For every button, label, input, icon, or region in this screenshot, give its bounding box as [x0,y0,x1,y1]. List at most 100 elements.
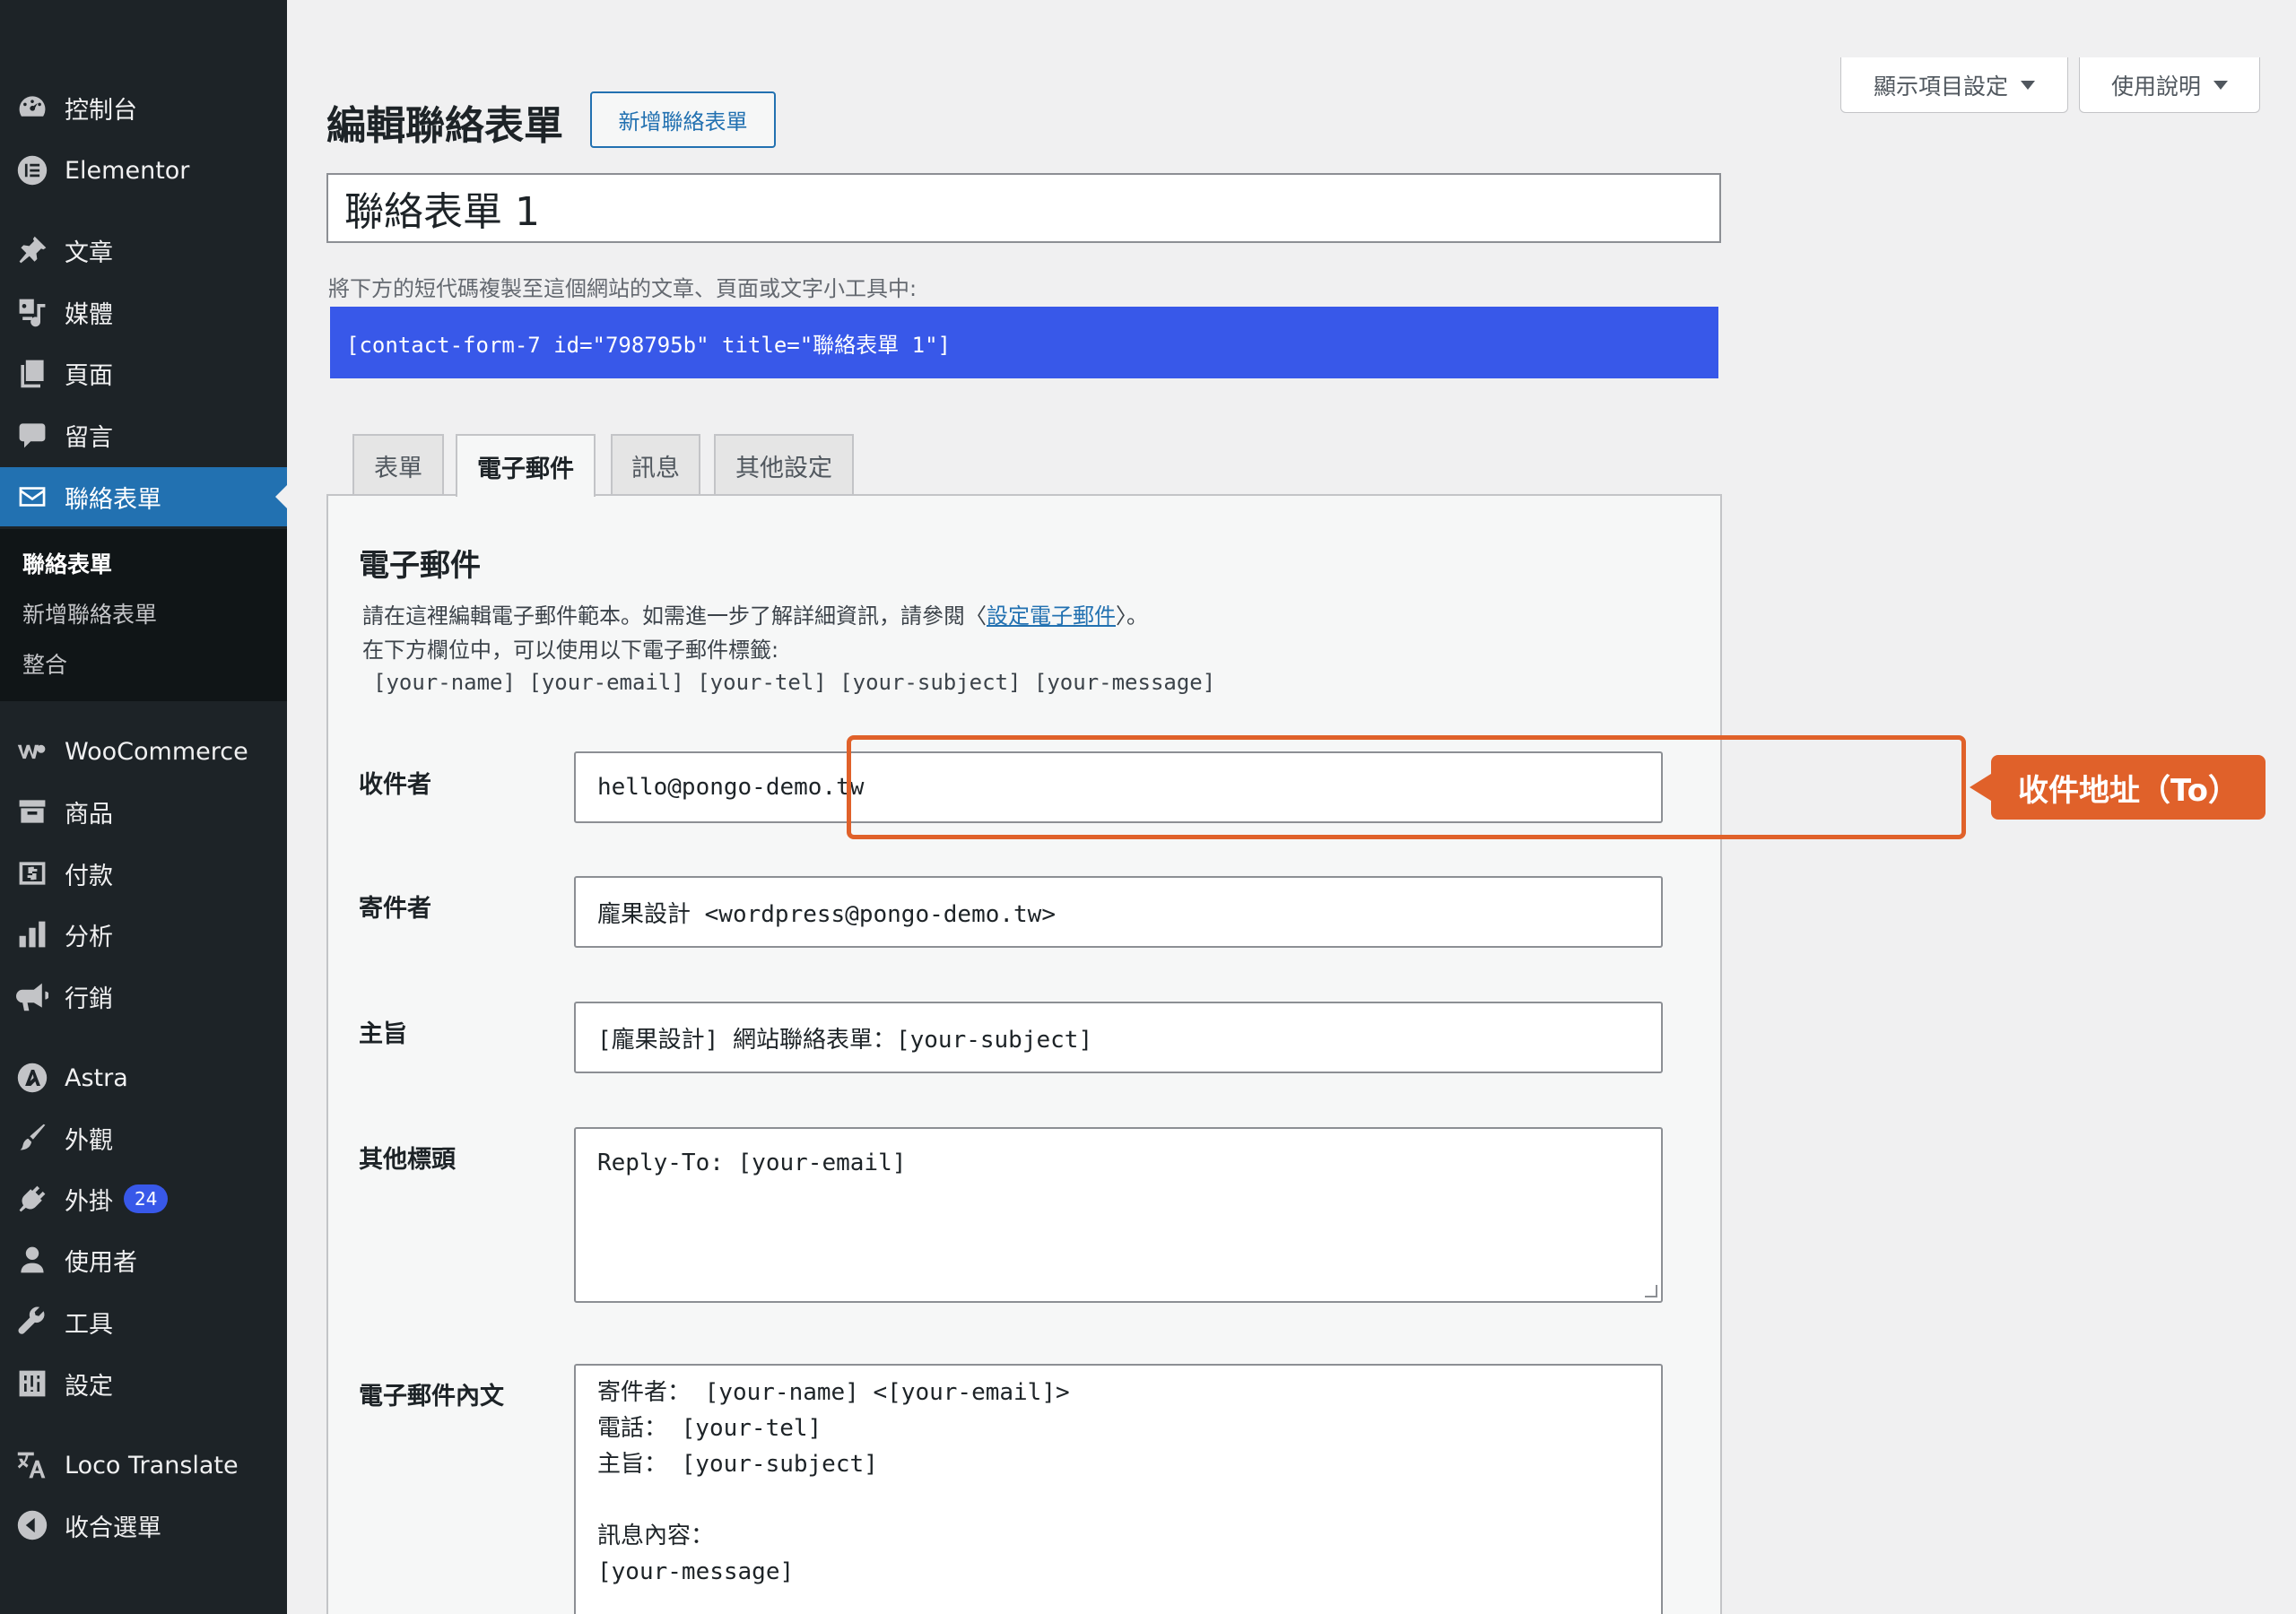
settings-icon [14,1366,50,1401]
sidebar-item-label: 媒體 [65,300,113,329]
mail-icon [14,479,50,515]
sidebar-item-woocommerce[interactable]: WooCommerce [0,725,287,778]
contact-submenu: 聯絡表單 新增聯絡表單 整合 [0,529,287,701]
sidebar-item-tools[interactable]: 工具 [0,1295,287,1349]
pages-icon [14,355,50,391]
main-content: 顯示項目設定 使用說明 編輯聯絡表單 新增聯絡表單 將下方的短代碼複製至這個網站… [287,0,2296,1614]
sidebar-item-payments[interactable]: 付款 [0,846,287,900]
submenu-item-add-new[interactable]: 新增聯絡表單 [22,597,157,629]
chevron-down-icon [2213,80,2228,90]
sidebar-item-label: 文章 [65,239,113,267]
tab-mail[interactable]: 電子郵件 [456,434,596,497]
archive-icon [14,794,50,829]
help-label: 使用說明 [2110,73,2201,100]
to-label: 收件者 [359,771,431,799]
sidebar-item-pages[interactable]: 頁面 [0,346,287,400]
paintbrush-icon [14,1120,50,1156]
plugin-icon [14,1181,50,1217]
desc-text: 請在這裡編輯電子郵件範本。如需進一步了解詳細資訊，請參閱〈 [362,603,987,629]
mail-tags: [your-name] [your-email] [your-tel] [you… [373,670,1216,695]
from-label: 寄件者 [359,895,431,923]
sidebar-item-label: 外掛 [65,1187,113,1216]
message-body-label: 電子郵件內文 [359,1383,504,1410]
sidebar-item-label: Elementor [65,156,190,185]
sidebar-item-contact[interactable]: 聯絡表單 [0,467,287,526]
help-button[interactable]: 使用說明 [2079,57,2260,113]
elementor-icon [14,152,50,188]
sidebar-item-label: 控制台 [65,96,137,125]
additional-headers-value: Reply-To: [your-email] [597,1150,907,1176]
chart-bar-icon [14,916,50,952]
woocommerce-icon [14,733,50,769]
sidebar-item-posts[interactable]: 文章 [0,223,287,277]
additional-headers-label: 其他標頭 [359,1146,456,1174]
panel-heading: 電子郵件 [359,548,481,584]
sidebar-item-label: 留言 [65,423,113,452]
mail-description: 請在這裡編輯電子郵件範本。如需進一步了解詳細資訊，請參閱〈設定電子郵件〉。 [362,598,1148,629]
sidebar-item-label: 使用者 [65,1248,137,1277]
sidebar-item-comments[interactable]: 留言 [0,408,287,462]
astra-icon [14,1060,50,1096]
screen-options-button[interactable]: 顯示項目設定 [1840,57,2068,113]
sidebar-item-label: 聯絡表單 [65,485,161,514]
plugins-update-badge: 24 [124,1184,169,1213]
sidebar-item-astra[interactable]: Astra [0,1051,287,1105]
sidebar-item-label: 設定 [65,1372,113,1401]
shortcode-field[interactable]: [contact-form-7 id="798795b" title="聯絡表單… [330,307,1718,378]
dashboard-icon [14,90,50,126]
dollar-icon [14,855,50,891]
form-title-input[interactable] [326,173,1721,243]
subject-field[interactable]: [龐果設計] 網站聯絡表單：[your-subject] [574,1002,1663,1073]
submenu-item-integration[interactable]: 整合 [22,647,67,680]
mail-panel: 電子郵件 請在這裡編輯電子郵件範本。如需進一步了解詳細資訊，請參閱〈設定電子郵件… [326,494,1722,1614]
mail-tags-hint: 在下方欄位中，可以使用以下電子郵件標籤: [362,638,779,663]
shortcode-hint: 將下方的短代碼複製至這個網站的文章、頁面或文字小工具中: [328,276,918,301]
additional-headers-field[interactable]: Reply-To: [your-email] [574,1127,1663,1303]
sidebar-item-loco-translate[interactable]: Loco Translate [0,1438,287,1492]
sidebar-item-users[interactable]: 使用者 [0,1233,287,1287]
pin-icon [14,232,50,268]
sidebar-item-products[interactable]: 商品 [0,785,287,838]
sidebar-item-settings[interactable]: 設定 [0,1357,287,1410]
sidebar-item-label: 收合選單 [65,1514,161,1542]
message-body-field[interactable]: 寄件者： [your-name] <[your-email]> 電話： [you… [574,1364,1663,1614]
sidebar-item-label: 頁面 [65,361,113,390]
sidebar-item-label: Astra [65,1063,128,1092]
tab-form[interactable]: 表單 [352,434,444,495]
screen-options-label: 顯示項目設定 [1873,73,2008,100]
user-icon [14,1242,50,1278]
sidebar-item-plugins[interactable]: 外掛 24 [0,1172,287,1226]
collapse-icon [14,1507,50,1543]
media-icon [14,294,50,330]
megaphone-icon [14,978,50,1014]
sidebar-item-label: 付款 [65,862,113,890]
sidebar-collapse-menu[interactable]: 收合選單 [0,1498,287,1552]
sidebar-item-label: WooCommerce [65,737,248,766]
sidebar-item-analytics[interactable]: 分析 [0,907,287,961]
setup-mail-link[interactable]: 設定電子郵件 [987,603,1116,629]
resize-handle[interactable] [1645,1285,1657,1297]
sidebar-item-label: 分析 [65,923,113,951]
page-title: 編輯聯絡表單 [326,103,563,149]
from-field[interactable]: 龐果設計 <wordpress@pongo-demo.tw> [574,876,1663,948]
to-field-highlight [847,735,1966,839]
message-body-value: 寄件者： [your-name] <[your-email]> 電話： [you… [597,1379,1070,1585]
submenu-item-contact-forms[interactable]: 聯絡表單 [22,547,112,579]
tab-messages[interactable]: 訊息 [611,434,700,495]
sidebar-item-label: 行銷 [65,985,113,1013]
sidebar-item-label: 外觀 [65,1126,113,1155]
add-new-form-button[interactable]: 新增聯絡表單 [590,91,776,148]
sidebar-item-label: Loco Translate [65,1451,239,1480]
sidebar-item-media[interactable]: 媒體 [0,285,287,339]
comment-icon [14,417,50,453]
sidebar-item-marketing[interactable]: 行銷 [0,969,287,1023]
subject-label: 主旨 [359,1020,407,1048]
sidebar-item-dashboard[interactable]: 控制台 [0,81,287,134]
sidebar-item-elementor[interactable]: Elementor [0,143,287,197]
tab-additional-settings[interactable]: 其他設定 [714,434,854,495]
to-address-callout: 收件地址（To） [1991,755,2266,820]
sidebar-item-appearance[interactable]: 外觀 [0,1111,287,1165]
translate-icon [14,1447,50,1483]
admin-sidebar: 控制台 Elementor 文章 媒體 頁面 留言 聯絡表單 聯絡表單 新增聯絡… [0,0,287,1614]
wrench-icon [14,1304,50,1340]
